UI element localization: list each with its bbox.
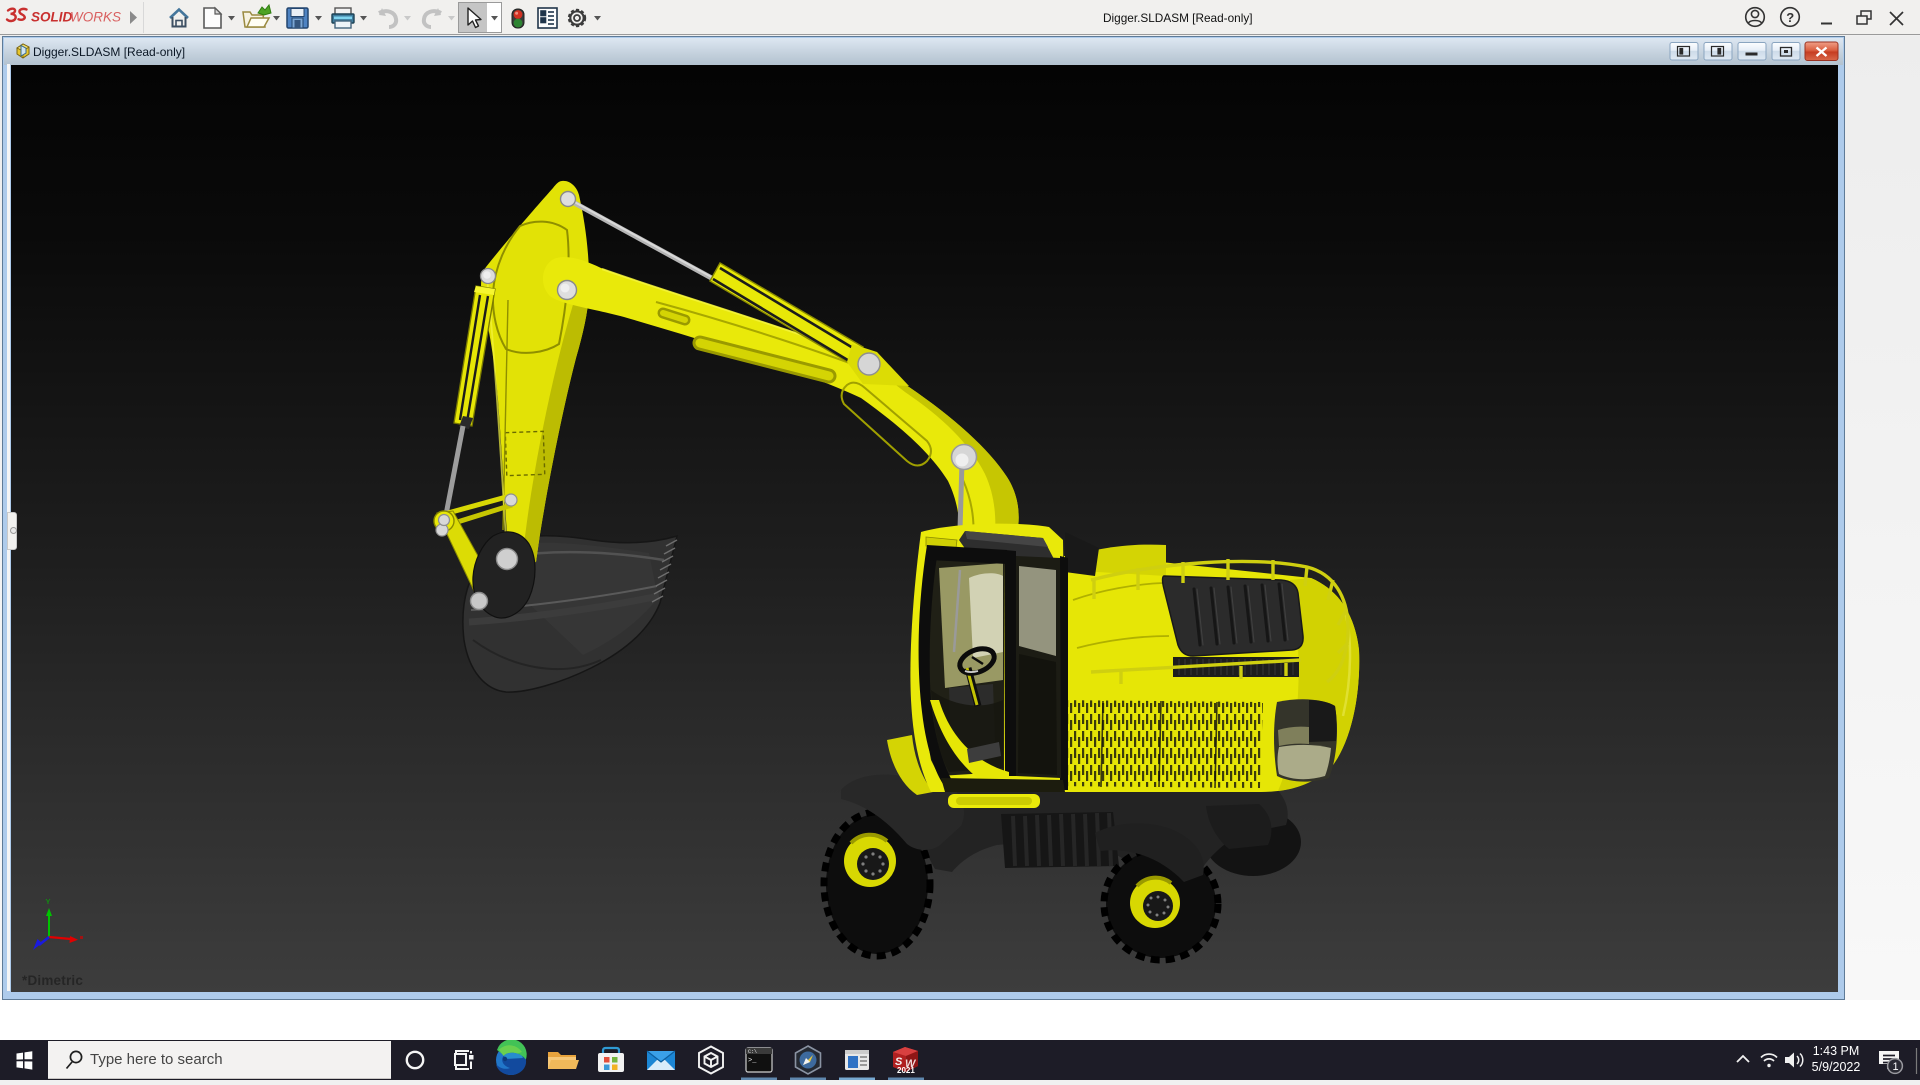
svg-text:2021: 2021 <box>897 1066 915 1075</box>
svg-text:Y: Y <box>46 897 51 906</box>
svg-text:SOLID: SOLID <box>31 10 73 25</box>
svg-text:?: ? <box>1786 10 1794 25</box>
svg-text:WORKS: WORKS <box>70 10 121 25</box>
svg-text:1: 1 <box>1893 1061 1899 1073</box>
svg-text:>_: >_ <box>748 1057 757 1065</box>
svg-text:C:\: C:\ <box>748 1049 757 1055</box>
